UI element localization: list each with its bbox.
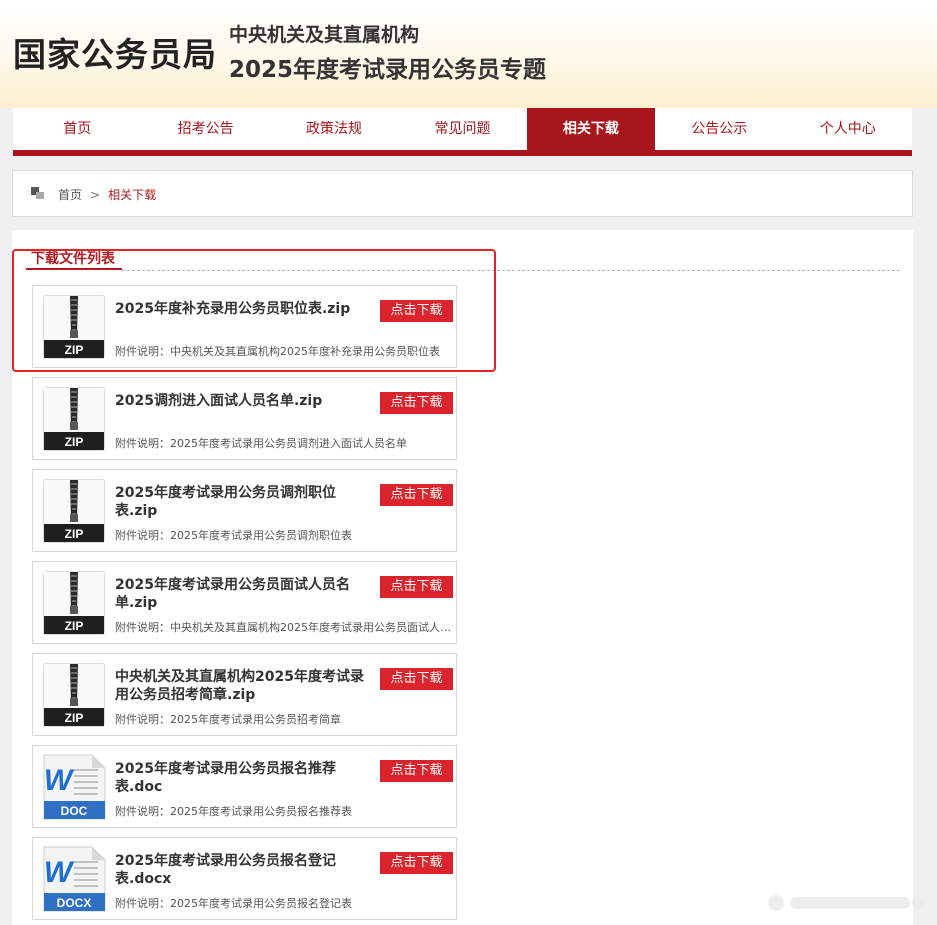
nav-item-personal-center[interactable]: 个人中心 — [784, 108, 912, 150]
nav-item-faq[interactable]: 常见问题 — [398, 108, 526, 150]
file-description: 附件说明：2025年度考试录用公务员调剂职位表 — [115, 529, 352, 542]
breadcrumb: 首页 > 相关下载 — [12, 170, 913, 217]
download-button[interactable]: 点击下载 — [380, 668, 453, 690]
breadcrumb-current: 相关下载 — [108, 188, 157, 202]
highlight-annotation-box — [12, 249, 496, 372]
breadcrumb-home-link[interactable]: 首页 — [58, 188, 82, 202]
svg-text:ZIP: ZIP — [65, 619, 84, 633]
file-item: W DOC 2025年度考试录用公务员报名推荐表.doc 点击下载 附件说明：2… — [32, 745, 457, 828]
word-file-icon: W DOCX — [43, 846, 106, 912]
site-logo[interactable]: 国家公务员局 — [13, 28, 217, 76]
header-subtitle-topic: 2025年度考试录用公务员专题 — [229, 57, 547, 83]
file-name[interactable]: 中央机关及其直属机构2025年度考试录用公务员招考简章.zip — [115, 668, 373, 704]
download-button[interactable]: 点击下载 — [380, 852, 453, 874]
file-description: 附件说明：2025年度考试录用公务员招考简章 — [115, 713, 341, 726]
breadcrumb-separator: > — [90, 188, 101, 202]
file-item: ZIP 中央机关及其直属机构2025年度考试录用公务员招考简章.zip 点击下载… — [32, 653, 457, 736]
download-button[interactable]: 点击下载 — [380, 392, 453, 414]
breadcrumb-path: 首页 > 相关下载 — [58, 186, 156, 203]
zip-file-icon: ZIP — [43, 479, 105, 543]
download-button[interactable]: 点击下载 — [380, 760, 453, 782]
zip-file-icon: ZIP — [43, 571, 105, 635]
main-nav: 首页 招考公告 政策法规 常见问题 相关下载 公告公示 个人中心 — [13, 108, 912, 150]
nav-item-downloads[interactable]: 相关下载 — [526, 108, 656, 150]
file-item: ZIP 2025调剂进入面试人员名单.zip 点击下载 附件说明：2025年度考… — [32, 377, 457, 460]
file-description: 附件说明：2025年度考试录用公务员调剂进入面试人员名单 — [115, 437, 407, 450]
file-description: 附件说明：2025年度考试录用公务员报名登记表 — [115, 897, 352, 910]
svg-text:DOC: DOC — [61, 804, 88, 818]
file-name[interactable]: 2025年度考试录用公务员报名登记表.docx — [115, 852, 373, 888]
site-header: 国家公务员局 中央机关及其直属机构 2025年度考试录用公务员专题 — [0, 0, 937, 108]
file-item: ZIP 2025年度考试录用公务员面试人员名单.zip 点击下载 附件说明：中央… — [32, 561, 457, 644]
file-description: 附件说明：中央机关及其直属机构2025年度考试录用公务员面试人员名单 — [115, 621, 451, 634]
nav-underline-bar — [13, 150, 912, 156]
nav-item-announcements[interactable]: 公告公示 — [655, 108, 783, 150]
file-item: ZIP 2025年度考试录用公务员调剂职位表.zip 点击下载 附件说明：202… — [32, 469, 457, 552]
download-button[interactable]: 点击下载 — [380, 576, 453, 598]
svg-text:W: W — [44, 856, 75, 889]
zip-file-icon: ZIP — [43, 663, 105, 727]
file-item: W DOCX 2025年度考试录用公务员报名登记表.docx 点击下载 附件说明… — [32, 837, 457, 920]
file-name[interactable]: 2025年度考试录用公务员报名推荐表.doc — [115, 760, 373, 796]
svg-text:ZIP: ZIP — [65, 435, 84, 449]
header-subtitle-org: 中央机关及其直属机构 — [229, 24, 420, 46]
zip-file-icon: ZIP — [43, 387, 105, 451]
breadcrumb-squares-icon — [31, 187, 45, 199]
download-button[interactable]: 点击下载 — [380, 484, 453, 506]
file-name[interactable]: 2025年度考试录用公务员调剂职位表.zip — [115, 484, 373, 520]
word-file-icon: W DOC — [43, 754, 106, 820]
file-name[interactable]: 2025调剂进入面试人员名单.zip — [115, 392, 373, 410]
svg-text:W: W — [44, 764, 75, 797]
watermark-logo — [768, 895, 924, 911]
nav-item-recruitment-notice[interactable]: 招考公告 — [141, 108, 269, 150]
svg-text:ZIP: ZIP — [65, 711, 84, 725]
svg-text:DOCX: DOCX — [57, 896, 92, 910]
svg-text:ZIP: ZIP — [65, 527, 84, 541]
file-name[interactable]: 2025年度考试录用公务员面试人员名单.zip — [115, 576, 373, 612]
nav-item-policies[interactable]: 政策法规 — [270, 108, 398, 150]
file-description: 附件说明：2025年度考试录用公务员报名推荐表 — [115, 805, 352, 818]
nav-item-home[interactable]: 首页 — [13, 108, 141, 150]
